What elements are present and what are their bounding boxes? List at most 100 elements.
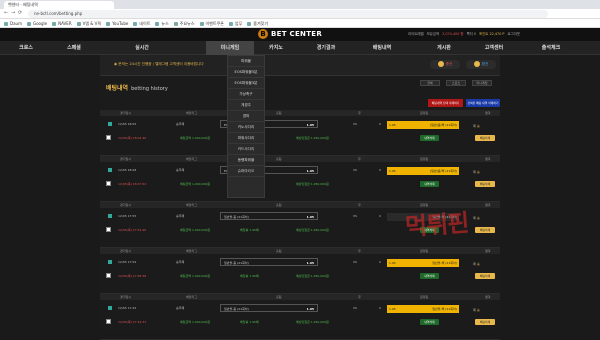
nav-item-7[interactable]: 배팅내역 <box>358 41 406 55</box>
dropdown-item[interactable]: 파워볼 <box>228 56 264 67</box>
bet-header: 경기일시 배당리그 홈팀 무 원정팀 결과 <box>100 248 500 254</box>
select-checkbox[interactable] <box>106 181 111 186</box>
nav-item-4[interactable]: 미니게임 <box>206 41 254 55</box>
column-header: 원정팀 <box>420 157 429 161</box>
away-label: [일반]홀/짝 (21회차) <box>429 169 457 173</box>
pick-odds: 1.95 <box>306 123 314 127</box>
url-bar[interactable]: ne-bctl.com/betting.php <box>28 10 548 18</box>
bookmark-item[interactable]: V앱 & V픽 <box>77 21 102 27</box>
delete-history-button[interactable]: 내역삭제 <box>420 181 439 187</box>
result-value: 승 <box>477 216 480 220</box>
bet-flag-icon <box>108 260 112 264</box>
nav-item-5[interactable]: 카지노 <box>252 41 300 55</box>
bookmark-item[interactable]: 뉴스 <box>155 21 168 27</box>
tab-minigame[interactable]: 미니게임 <box>472 80 492 86</box>
pick-label: 일반볼-홀 (21회차) <box>224 307 249 311</box>
column-header: 경기일시 <box>120 249 132 253</box>
select-checkbox[interactable] <box>106 319 111 324</box>
away-pick-box[interactable]: 1.95 [일반]홀/짝 (21회차) <box>387 121 459 129</box>
tab-all[interactable]: 전체 <box>420 80 440 86</box>
nav-item-3[interactable]: 실시간 <box>118 41 166 55</box>
bet-type: 승무패 <box>176 168 185 172</box>
cancel-bet-button[interactable]: 배팅삭제 <box>475 135 495 141</box>
footer-info: 예상당첨금 1,950,000원 <box>296 320 329 324</box>
tab-sports[interactable]: 스포츠 <box>446 80 466 86</box>
charge-button[interactable]: 충전 <box>430 60 460 69</box>
bet-date: 12/05 18:05 <box>118 122 137 126</box>
mark-label: X <box>379 214 382 218</box>
away-pick-box[interactable]: 1.95 일반볼-짝 (21회차) <box>387 259 459 267</box>
dropdown-item[interactable]: 키노사다리 <box>228 122 264 133</box>
result-type: 패 <box>473 262 476 266</box>
dropdown-item[interactable]: 가상축구 <box>228 89 264 100</box>
nav-item-6[interactable]: 경기결과 <box>302 41 350 55</box>
bet-type: 승무패 <box>176 260 185 264</box>
nav-item-9[interactable]: 고객센터 <box>470 41 518 55</box>
bookmark-item[interactable]: 이벤트쿠폰 <box>200 21 224 27</box>
footer-info: 예상당첨금 1,950,000원 <box>296 182 329 186</box>
delete-selected-button[interactable]: 선택된 배팅 내역 삭제하기 <box>466 99 500 107</box>
dropdown-item[interactable]: EOS파워볼5분 <box>228 67 264 78</box>
select-checkbox[interactable] <box>106 135 111 140</box>
dropdown-item[interactable]: 파워사다리 <box>228 133 264 144</box>
bookmark-item[interactable]: 즐겨찾기 <box>247 21 268 27</box>
select-checkbox[interactable] <box>106 227 111 232</box>
bookmark-item[interactable]: 네이트 <box>133 21 150 27</box>
delete-history-button[interactable]: 내역삭제 <box>420 273 439 279</box>
reload-icon[interactable]: ⟳ <box>18 10 22 16</box>
delete-history-button[interactable]: 내역삭제 <box>420 319 439 325</box>
column-header: 결과 <box>485 157 491 161</box>
dropdown-item[interactable]: 경마 <box>228 111 264 122</box>
bet-row: 12/05 18:08승무패EOS파워볼5분1.95VSX1.95[일반]홀/짝… <box>100 164 500 176</box>
away-pick-box[interactable]: 1.95 [일반]홀/짝 (21회차) <box>387 167 459 175</box>
bookmark-item[interactable]: Daum <box>4 21 22 26</box>
dropdown-item[interactable]: 카드사다리 <box>228 144 264 155</box>
bookmark-item[interactable]: NAVER <box>52 21 72 26</box>
select-delete-button[interactable]: 배팅내역 선택 삭제하기 <box>428 99 463 107</box>
cancel-bet-button[interactable]: 배팅삭제 <box>475 181 495 187</box>
title-text: 배팅내역 <box>106 85 129 92</box>
pick-box[interactable]: 일반볼-홀 (21회차) 1.95 <box>220 304 318 312</box>
column-header: 배당리그 <box>186 111 198 115</box>
cancel-bet-button[interactable]: 배팅삭제 <box>475 273 495 279</box>
dropdown-item[interactable]: EOS파워볼3분 <box>228 78 264 89</box>
result-value: 승 <box>477 262 480 266</box>
column-header: 홈팀 <box>276 157 282 161</box>
dropdown-item[interactable]: 슈퍼마리오 <box>228 166 264 177</box>
exchange-button[interactable]: 환전 <box>466 60 496 69</box>
dropdown-item[interactable]: 동행파워볼 <box>228 155 264 166</box>
nav-item-8[interactable]: 게시판 <box>420 41 468 55</box>
pick-box[interactable]: 일반볼-홀 (21회차) 1.95 <box>220 212 318 220</box>
footer-info: 예상당첨금 1,950,000원 <box>296 136 329 140</box>
pick-box[interactable]: 일반볼-홀 (21회차) 1.95 <box>220 258 318 266</box>
cancel-bet-button[interactable]: 배팅삭제 <box>475 319 495 325</box>
bet-card: 경기일시배당리그홈팀무원정팀결과12/05 18:08승무패EOS파워볼5분1.… <box>100 156 500 202</box>
forward-icon[interactable]: → <box>11 10 15 16</box>
bet-date: 12/05 17:45 <box>118 306 137 310</box>
column-header: 무 <box>358 249 361 253</box>
mark-label: X <box>379 306 382 310</box>
logo-text: BET CENTER <box>271 30 323 38</box>
nav-item-10[interactable]: 출석체크 <box>527 41 575 55</box>
column-header: 결과 <box>485 295 491 299</box>
dropdown-item[interactable]: 개경주 <box>228 100 264 111</box>
nav-item-2[interactable]: 스페셜 <box>50 41 98 55</box>
nav-item-1[interactable]: 크로스 <box>2 41 50 55</box>
away-pick-box[interactable]: 1.95 일반볼-짝 (21회차) <box>387 305 459 313</box>
user-info-item: 포인트 22,470 P <box>479 32 505 36</box>
bookmark-item[interactable]: YouTube <box>106 21 128 26</box>
footer-info: 배당률 1.95배 <box>240 228 259 232</box>
select-checkbox[interactable] <box>106 273 111 278</box>
cancel-bet-button[interactable]: 배팅삭제 <box>475 227 495 233</box>
column-header: 결과 <box>485 111 491 115</box>
back-icon[interactable]: ← <box>4 10 8 16</box>
bookmark-item[interactable]: 주요뉴스 <box>174 21 195 27</box>
user-info-item[interactable]: 로그아웃 <box>507 32 519 36</box>
bet-row: 12/05 17:45 승무패 일반볼-홀 (21회차) 1.95 VS X 1.95 일반볼… <box>100 302 500 314</box>
coin-icon <box>473 60 480 67</box>
bookmark-item[interactable]: Google <box>27 21 47 26</box>
delete-history-button[interactable]: 내역삭제 <box>420 135 439 141</box>
browser-tab[interactable]: 벳센터 - 배팅내역 <box>4 1 114 9</box>
bookmark-item[interactable]: 업무 <box>229 21 242 27</box>
footer-info: 12/05(목) 18:07:52 <box>118 182 147 186</box>
